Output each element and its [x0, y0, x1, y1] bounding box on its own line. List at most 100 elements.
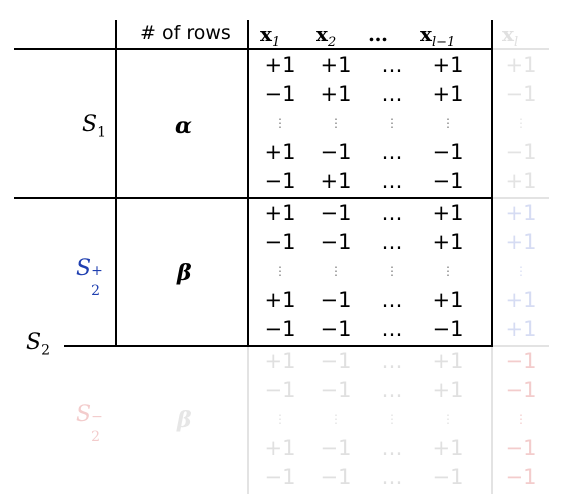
group-separator-s2plus-s2minus-faded — [493, 345, 549, 347]
matrix-cell: +1 — [432, 436, 464, 460]
group-separator-s1-s2-faded — [493, 197, 549, 199]
matrix-cell: +1 — [264, 288, 296, 312]
matrix-cell: +1 — [505, 288, 537, 312]
matrix-cell: −1 — [505, 140, 537, 164]
set-label-s2-minus-sup: − — [91, 409, 103, 425]
matrix-cell: +1 — [505, 317, 537, 341]
column-header-ellipsis: … — [368, 22, 388, 46]
matrix-cell: ⋮ — [330, 264, 342, 278]
column-header-xl: xl — [502, 22, 518, 50]
matrix-cell: −1 — [320, 140, 352, 164]
matrix-cell: +1 — [432, 230, 464, 254]
matrix-cell: ⋮ — [274, 116, 286, 130]
matrix-cell: −1 — [264, 317, 296, 341]
set-label-s2-plus-main: S — [76, 256, 92, 281]
matrix-cell: −1 — [505, 349, 537, 373]
header-rule — [14, 48, 493, 50]
matrix-cell: +1 — [264, 53, 296, 77]
matrix-cell: ⋮ — [386, 264, 398, 278]
column-header-xl-1: xl−1 — [420, 22, 455, 50]
set-label-s1-sub: 1 — [97, 124, 106, 141]
matrix-cell: +1 — [264, 140, 296, 164]
matrix-cell: −1 — [320, 201, 352, 225]
set-label-s2-plus-sup: + — [91, 263, 103, 279]
matrix-cell: +1 — [505, 53, 537, 77]
matrix-cell: +1 — [432, 201, 464, 225]
matrix-cell: +1 — [505, 230, 537, 254]
matrix-cell: ⋮ — [442, 264, 454, 278]
rows-count-header: # of rows — [140, 22, 231, 44]
matrix-cell: −1 — [264, 169, 296, 193]
matrix-cell: … — [381, 140, 403, 164]
matrix-cell: ⋮ — [515, 412, 527, 426]
matrix-cell: +1 — [264, 201, 296, 225]
column-header-xl-base: x — [502, 22, 514, 46]
matrix-cell: … — [381, 288, 403, 312]
matrix-cell: −1 — [320, 288, 352, 312]
matrix-cell: ⋮ — [330, 412, 342, 426]
matrix-cell: −1 — [264, 230, 296, 254]
matrix-cell: −1 — [505, 465, 537, 489]
header-rule-faded — [493, 48, 549, 50]
column-header-x2-base: x — [316, 22, 328, 46]
matrix-cell: −1 — [505, 436, 537, 460]
count-alpha: α — [175, 113, 192, 139]
matrix-cell: −1 — [264, 82, 296, 106]
matrix-cell: ⋮ — [274, 264, 286, 278]
matrix-cell: ⋮ — [515, 264, 527, 278]
matrix-cell: −1 — [505, 378, 537, 402]
matrix-cell: ⋮ — [386, 116, 398, 130]
matrix-cell: … — [381, 230, 403, 254]
set-label-s2-plus-sub: 2 — [91, 283, 100, 299]
matrix-cell: … — [381, 349, 403, 373]
matrix-cell: ⋮ — [274, 412, 286, 426]
matrix-cell: −1 — [264, 465, 296, 489]
set-label-s1-main: S — [82, 112, 98, 137]
matrix-cell: −1 — [432, 465, 464, 489]
matrix-cell: +1 — [320, 53, 352, 77]
matrix-cell: ⋮ — [386, 412, 398, 426]
column-header-x2: x2 — [316, 22, 336, 50]
set-label-s2-minus-main: S — [76, 402, 92, 427]
matrix-cell: … — [381, 53, 403, 77]
matrix-cell: +1 — [432, 53, 464, 77]
matrix-cell: … — [381, 201, 403, 225]
set-label-s2-main: S — [26, 330, 42, 355]
matrix-cell: −1 — [320, 230, 352, 254]
matrix-cell: −1 — [432, 140, 464, 164]
set-label-s2: S2 — [26, 330, 50, 358]
divider-left-values — [247, 20, 249, 347]
matrix-cell: … — [381, 436, 403, 460]
matrix-cell: ⋮ — [330, 116, 342, 130]
matrix-cell: … — [381, 317, 403, 341]
matrix-cell: ⋮ — [442, 116, 454, 130]
matrix-cell: ⋮ — [515, 116, 527, 130]
matrix-cell: −1 — [320, 317, 352, 341]
matrix-cell: −1 — [264, 378, 296, 402]
matrix-cell: +1 — [264, 436, 296, 460]
set-label-s2-sub: 2 — [41, 342, 50, 359]
matrix-cell: +1 — [432, 349, 464, 373]
matrix-cell: −1 — [320, 378, 352, 402]
matrix-cell: … — [381, 378, 403, 402]
column-header-ellipsis-base: … — [368, 22, 388, 46]
matrix-cell: +1 — [320, 169, 352, 193]
matrix-cell: +1 — [505, 201, 537, 225]
matrix-cell: −1 — [320, 349, 352, 373]
matrix-cell: … — [381, 169, 403, 193]
matrix-cell: … — [381, 82, 403, 106]
set-label-s2-minus: S − 2 — [76, 402, 103, 445]
matrix-cell: −1 — [505, 82, 537, 106]
count-beta-s2-minus: β — [177, 407, 192, 433]
count-beta-s2-plus: β — [177, 260, 192, 286]
divider-left-count — [115, 20, 117, 347]
matrix-cell: ⋮ — [442, 412, 454, 426]
set-label-s2-plus: S +2 — [76, 256, 103, 299]
matrix-cell: +1 — [320, 82, 352, 106]
matrix-cell: … — [381, 465, 403, 489]
matrix-cell: +1 — [505, 169, 537, 193]
matrix-cell: −1 — [432, 317, 464, 341]
column-header-xl-1-base: x — [420, 22, 432, 46]
matrix-cell: −1 — [320, 436, 352, 460]
column-header-x1: x1 — [260, 22, 280, 50]
